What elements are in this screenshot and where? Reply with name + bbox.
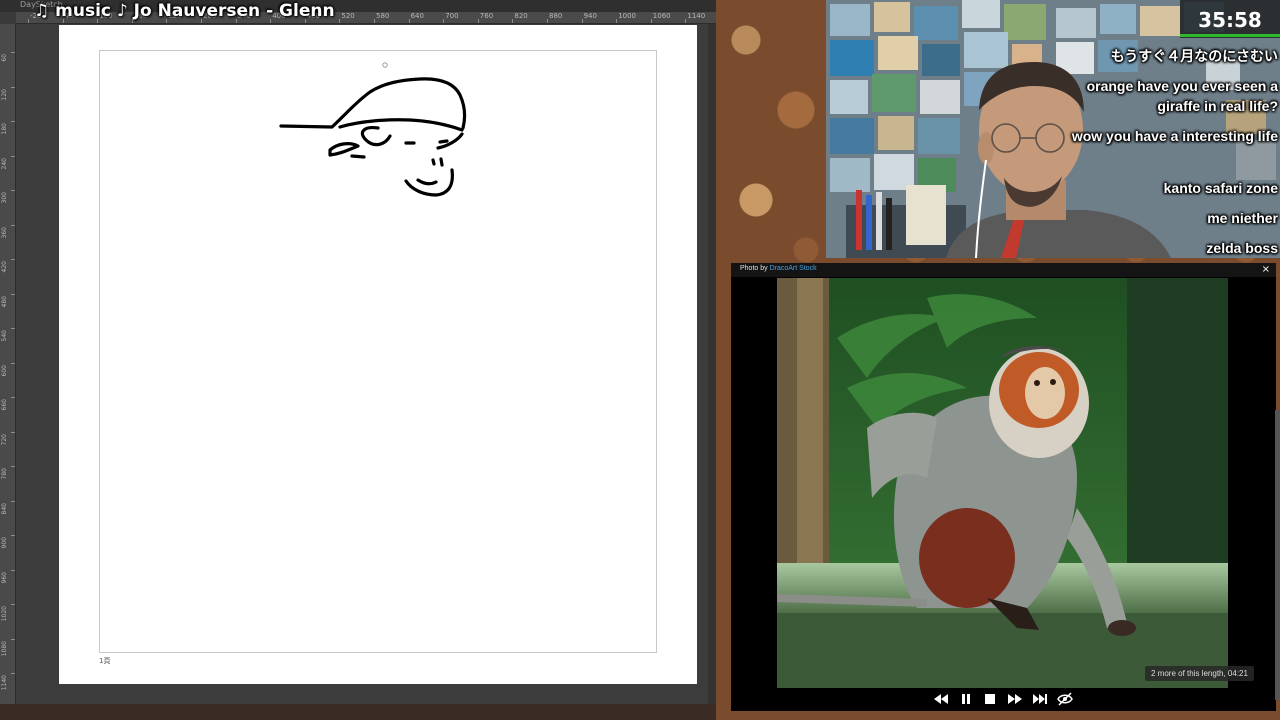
app-scrollbar[interactable]	[708, 24, 716, 704]
pause-icon[interactable]	[958, 691, 974, 707]
viewer-header: Photo by DracoArt Stock ×	[731, 263, 1276, 277]
photo-credit: Photo by DracoArt Stock	[740, 265, 817, 272]
chat-message: zelda boss	[1206, 240, 1278, 256]
speedrun-timer: 35:58	[1180, 0, 1280, 38]
screen: DaySketch -20 40 100 160 220 280 340 400 460 520 5…	[0, 0, 1280, 720]
chat-message: me niether	[1207, 210, 1278, 226]
sketch-jaw-stroke	[350, 154, 366, 159]
chat-message: kanto safari zone	[1163, 180, 1278, 196]
fast-forward-icon[interactable]	[1007, 691, 1023, 707]
timer-progress-bar	[1180, 34, 1280, 37]
now-playing-overlay: ♫ music ♪ Jo Nauversen - Glenn	[34, 1, 335, 21]
monkey-photo	[777, 278, 1228, 688]
chat-message: orange have you ever seen a	[1086, 78, 1278, 94]
monkey-sketch	[279, 62, 467, 197]
sketch-face-stroke	[360, 126, 392, 147]
chat-overlay: もうすぐ４月なのにさむい orange have you ever seen a…	[1030, 40, 1278, 260]
hide-icon[interactable]	[1057, 691, 1073, 707]
sketch-chin-stroke	[416, 178, 438, 186]
drawing-app-window: DaySketch -20 40 100 160 220 280 340 400 460 520 5…	[0, 0, 716, 720]
app-bottom-strip	[0, 704, 716, 720]
sketch-eye-right	[438, 139, 449, 144]
stop-icon[interactable]	[982, 691, 998, 707]
viewer-scrollbar[interactable]	[1275, 410, 1279, 700]
rewind-icon[interactable]	[933, 691, 949, 707]
playback-info: 2 more of this length, 04:21	[1145, 666, 1254, 681]
sketch-nose-stroke	[431, 157, 444, 167]
chat-message: もうすぐ４月なのにさむい	[1110, 48, 1278, 64]
credit-prefix: Photo by	[740, 265, 768, 272]
chat-message: giraffe in real life?	[1157, 98, 1278, 114]
skip-end-icon[interactable]	[1032, 691, 1048, 707]
close-button[interactable]: ×	[1262, 264, 1270, 275]
credit-author-link[interactable]: DracoArt Stock	[770, 265, 817, 272]
sketch-cheek-stroke	[328, 142, 360, 157]
sketch-band-stroke	[338, 118, 464, 132]
playback-controls	[731, 687, 1276, 711]
photo-viewer: Photo by DracoArt Stock × 2 more of this…	[731, 263, 1276, 711]
brush-cursor	[382, 62, 388, 68]
chat-message: wow you have a interesting life	[1071, 128, 1278, 144]
